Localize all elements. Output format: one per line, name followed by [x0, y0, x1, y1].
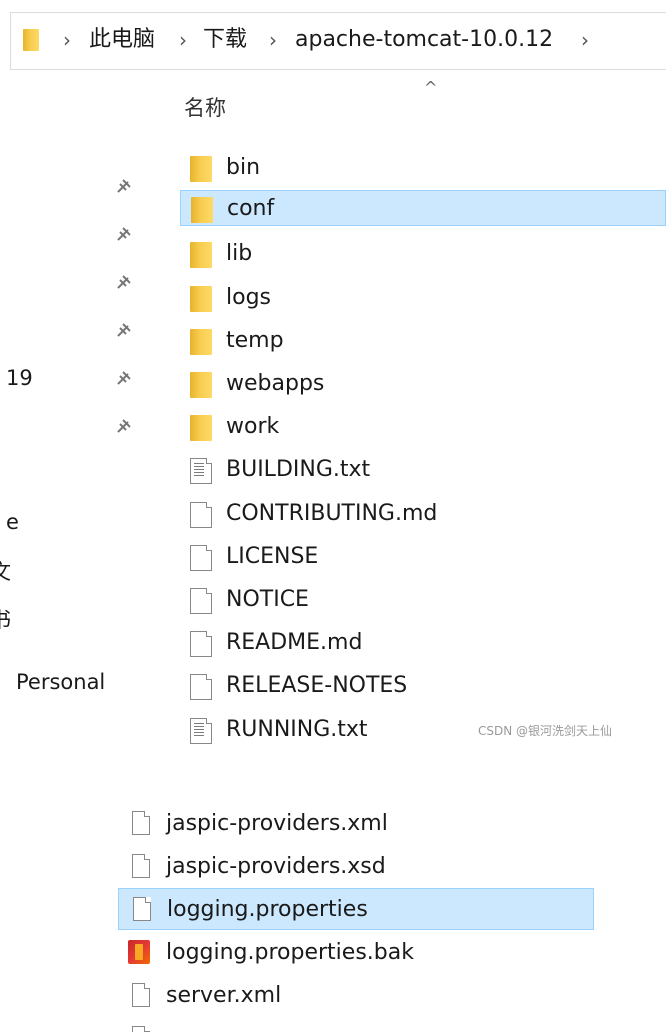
breadcrumb-downloads[interactable]: 下载: [203, 23, 247, 57]
file-row-jaspic-xsd[interactable]: jaspic-providers.xsd: [118, 846, 594, 888]
file-row-conf[interactable]: conf: [180, 190, 666, 226]
file-row-readme[interactable]: README.md: [180, 625, 666, 661]
watermark: CSDN @银河洗剑天上仙: [478, 724, 613, 738]
file-row-license[interactable]: LICENSE: [180, 539, 666, 575]
file-row-jaspic-xml[interactable]: jaspic-providers.xml: [118, 803, 594, 845]
file-row-logging-bak[interactable]: logging.properties.bak: [118, 932, 594, 974]
file-row-contributing[interactable]: CONTRIBUTING.md: [180, 496, 666, 532]
file-name: RELEASE-NOTES: [226, 673, 408, 698]
nav-item-personal[interactable]: Personal: [16, 670, 105, 694]
file-row-bin[interactable]: bin: [180, 150, 666, 186]
pin-icon[interactable]: [112, 272, 134, 294]
file-name: CONTRIBUTING.md: [226, 501, 438, 526]
file-row-work[interactable]: work: [180, 409, 666, 445]
text-file-icon: [190, 458, 212, 484]
file-icon: [132, 811, 150, 835]
file-icon: [132, 854, 150, 878]
folder-icon: [190, 372, 212, 398]
pin-icon[interactable]: [112, 224, 134, 246]
file-row-server-xml[interactable]: server.xml: [118, 975, 594, 1017]
breadcrumb-this-pc[interactable]: 此电脑: [89, 23, 155, 57]
file-row-partial[interactable]: [118, 1018, 594, 1032]
folder-icon: [191, 197, 213, 223]
file-name: webapps: [226, 371, 325, 396]
file-name: server.xml: [166, 983, 282, 1008]
file-name: bin: [226, 155, 261, 180]
file-name: jaspic-providers.xsd: [166, 854, 386, 879]
folder-icon: [190, 156, 212, 182]
folder-icon: [23, 29, 39, 51]
nav-item-label[interactable]: 19: [6, 366, 33, 390]
file-name: README.md: [226, 630, 363, 655]
nav-item-label[interactable]: e: [6, 510, 19, 534]
file-row-webapps[interactable]: webapps: [180, 366, 666, 402]
file-row-temp[interactable]: temp: [180, 323, 666, 359]
navigation-pane: [0, 70, 148, 750]
file-name: RUNNING.txt: [226, 717, 368, 742]
file-row-logging-properties[interactable]: logging.properties: [118, 888, 594, 930]
pin-icon[interactable]: [112, 176, 134, 198]
nav-item-label[interactable]: 文: [0, 556, 11, 586]
folder-icon: [190, 242, 212, 268]
file-row-logs[interactable]: logs: [180, 280, 666, 316]
file-name: logs: [226, 285, 271, 310]
file-name: LICENSE: [226, 544, 319, 569]
column-header-name[interactable]: 名称: [184, 92, 226, 122]
file-name: logging.properties.bak: [166, 940, 414, 965]
file-name: lib: [226, 241, 253, 266]
breadcrumb-tomcat[interactable]: apache-tomcat-10.0.12: [295, 23, 553, 57]
folder-icon: [190, 415, 212, 441]
chevron-right-icon[interactable]: ›: [581, 23, 589, 57]
bak-file-icon: [128, 940, 150, 964]
file-name: work: [226, 414, 280, 439]
address-bar[interactable]: › 此电脑 › 下载 › apache-tomcat-10.0.12 ›: [10, 12, 666, 70]
file-icon: [190, 674, 212, 700]
folder-icon: [190, 286, 212, 312]
file-icon: [190, 588, 212, 614]
nav-item-label[interactable]: 书: [0, 604, 11, 634]
file-icon: [190, 545, 212, 571]
chevron-right-icon[interactable]: ›: [63, 23, 71, 57]
chevron-right-icon[interactable]: ›: [269, 23, 277, 57]
file-name: conf: [227, 196, 275, 221]
file-icon: [190, 502, 212, 528]
file-icon: [190, 631, 212, 657]
pin-icon[interactable]: [112, 320, 134, 342]
file-row-release-notes[interactable]: RELEASE-NOTES: [180, 668, 666, 704]
file-icon: [133, 897, 151, 921]
file-name: BUILDING.txt: [226, 457, 371, 482]
file-row-lib[interactable]: lib: [180, 236, 666, 272]
file-name: logging.properties: [167, 897, 368, 922]
text-file-icon: [190, 718, 212, 744]
file-row-building[interactable]: BUILDING.txt: [180, 452, 666, 488]
file-name: NOTICE: [226, 587, 309, 612]
pin-icon[interactable]: [112, 368, 134, 390]
file-icon: [132, 983, 150, 1007]
file-icon: [132, 1026, 150, 1032]
file-name: temp: [226, 328, 284, 353]
sort-ascending-icon: ^: [424, 78, 438, 97]
chevron-right-icon[interactable]: ›: [179, 23, 187, 57]
pin-icon[interactable]: [112, 416, 134, 438]
file-row-notice[interactable]: NOTICE: [180, 582, 666, 618]
folder-icon: [190, 329, 212, 355]
file-name: jaspic-providers.xml: [166, 811, 388, 836]
